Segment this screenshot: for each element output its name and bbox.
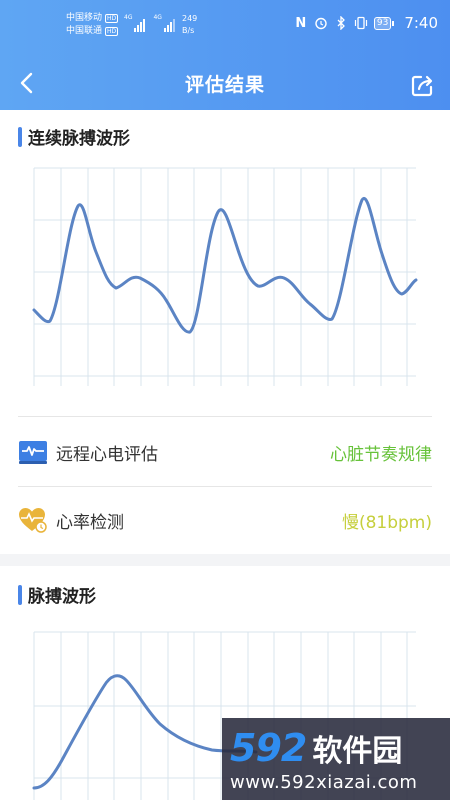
watermark-digits: 592 — [230, 726, 307, 770]
watermark-brand: 软件园 — [312, 734, 403, 769]
title-accent-bar — [18, 584, 22, 605]
vibrate-icon — [354, 16, 368, 30]
section-title-continuous-pulse: 连续脉搏波形 — [18, 124, 130, 149]
share-icon — [411, 75, 433, 97]
battery-icon: 93 — [373, 16, 395, 30]
ecg-assessment-value: 心脏节奏规律 — [330, 444, 432, 465]
heart-rate-row[interactable]: 心率检测 慢(81bpm) — [18, 495, 432, 545]
signal-strength-icon: 4G — [153, 14, 175, 32]
chart-grid — [33, 167, 416, 386]
hd-badge: HD — [105, 14, 119, 23]
site-watermark: 592 软件园 www.592xiazai.com — [222, 718, 450, 800]
continuous-pulse-card: 连续脉搏波形 远程心电评估 心脏节奏规律 心率检测 慢(81bpm) — [0, 110, 450, 554]
title-accent-bar — [18, 126, 22, 147]
page-title: 评估结果 — [184, 74, 265, 96]
status-icons: N 93 7:40 — [294, 14, 438, 32]
status-bar: 中国移动 HD 中国联通 HD 4G 4G 249 B/s N 93 7:40 — [0, 0, 450, 52]
continuous-pulse-waveform-chart — [32, 167, 418, 386]
alarm-icon — [314, 16, 328, 30]
network-speed: 249 B/s — [182, 14, 198, 35]
signal-indicators: 4G 4G — [124, 14, 175, 32]
header: 中国移动 HD 中国联通 HD 4G 4G 249 B/s N 93 7:40 … — [0, 0, 450, 110]
heart-rate-icon — [18, 505, 48, 535]
heart-rate-label: 心率检测 — [56, 512, 124, 533]
carrier-2: 中国联通 — [66, 26, 103, 36]
app-root: 中国移动 HD 中国联通 HD 4G 4G 249 B/s N 93 7:40 … — [0, 0, 450, 800]
carrier-info: 中国移动 HD 中国联通 HD — [66, 12, 119, 38]
bluetooth-icon — [334, 16, 348, 30]
carrier-1: 中国移动 — [66, 13, 103, 23]
nav-bar: 评估结果 — [0, 60, 450, 106]
hd-badge: HD — [105, 27, 119, 36]
ecg-monitor-icon — [18, 437, 48, 467]
divider — [18, 486, 432, 487]
section-title-pulse-waveform: 脉搏波形 — [18, 582, 96, 607]
ecg-assessment-label: 远程心电评估 — [56, 444, 158, 465]
heart-rate-value: 慢(81bpm) — [341, 512, 432, 533]
nfc-icon: N — [295, 15, 307, 31]
clock: 7:40 — [404, 14, 438, 32]
signal-strength-icon: 4G — [124, 14, 146, 32]
watermark-url: www.592xiazai.com — [230, 772, 418, 793]
continuous-pulse-line — [32, 196, 418, 334]
divider — [18, 416, 432, 417]
ecg-assessment-row[interactable]: 远程心电评估 心脏节奏规律 — [18, 427, 432, 477]
share-button[interactable] — [406, 68, 440, 102]
